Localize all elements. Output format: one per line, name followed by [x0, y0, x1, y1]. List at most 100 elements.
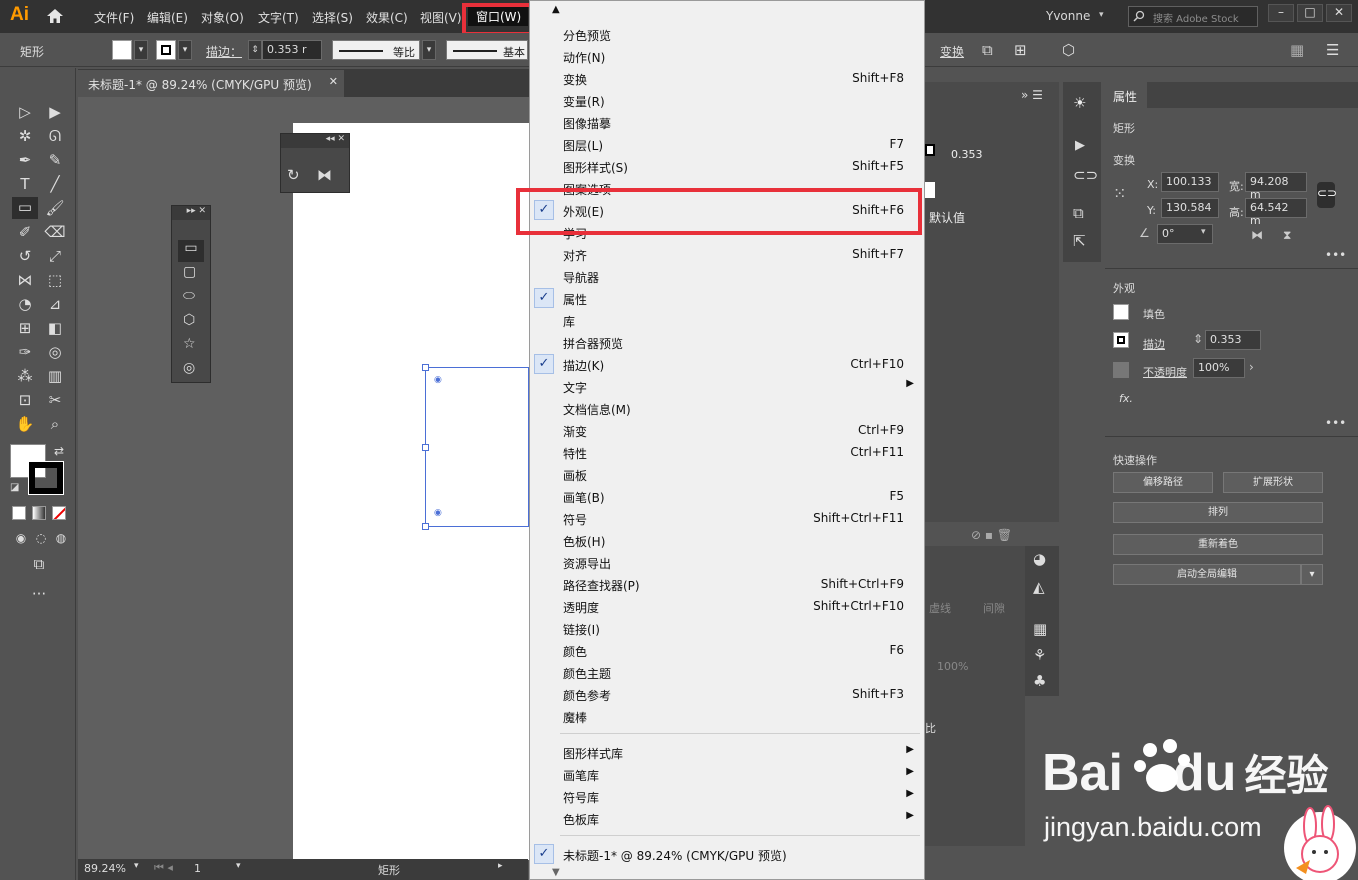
none-mode-button[interactable] [52, 506, 66, 520]
window-menu-item[interactable]: 拼合器预览 [530, 331, 924, 353]
window-menu-library-item[interactable]: 画笔库 ▶ [530, 763, 924, 785]
width-input[interactable]: 94.208 m [1245, 172, 1307, 201]
shape-align-icon[interactable]: ⊞ [1014, 41, 1027, 59]
window-menu-item[interactable]: 文字 ▶ [530, 375, 924, 397]
selected-rectangle[interactable] [425, 367, 529, 527]
first-page-icon[interactable]: ⏮ ◂ [154, 861, 173, 875]
shape-builder-tool-icon[interactable]: ◔ [14, 294, 36, 314]
angle-dropdown-icon[interactable]: ▾ [1201, 227, 1206, 237]
window-menu-item[interactable]: 库 [530, 309, 924, 331]
window-menu-item[interactable]: 画笔(B) F5 [530, 485, 924, 507]
window-menu-item[interactable]: 透明度 Shift+Ctrl+F10 [530, 595, 924, 617]
close-button[interactable]: ✕ [1326, 4, 1352, 22]
stroke-stepper-icon[interactable]: ⇕ [1193, 332, 1203, 346]
menu-edit[interactable]: 编辑(E) [147, 9, 188, 26]
global-edit-dropdown[interactable]: ▾ [1301, 564, 1323, 585]
selection-handle[interactable] [422, 523, 429, 530]
height-input[interactable]: 64.542 m [1245, 198, 1307, 227]
opacity-arrow-icon[interactable]: › [1249, 360, 1254, 374]
window-menu-document-item[interactable]: ✓ 未标题-1* @ 89.24% (CMYK/GPU 预览) [530, 843, 924, 865]
reference-point-icon[interactable]: ⁙ [1113, 184, 1126, 203]
page-dropdown-icon[interactable]: ▾ [236, 861, 241, 871]
export-panel-icon[interactable]: ⇱ [1073, 232, 1086, 250]
window-menu-item[interactable]: 链接(I) [530, 617, 924, 639]
menu-type[interactable]: 文字(T) [258, 9, 299, 26]
blend-tool-icon[interactable]: ◎ [44, 342, 66, 362]
window-menu-item[interactable]: 颜色主题 [530, 661, 924, 683]
more-options-icon[interactable]: ••• [1325, 248, 1346, 262]
pen-tool-icon[interactable]: ✒ [14, 150, 36, 170]
screen-mode-icon[interactable]: ⧉ [28, 554, 50, 574]
appearance-panel-icon[interactable]: ☀ [1073, 94, 1086, 112]
gradient-mode-button[interactable] [32, 506, 46, 520]
window-menu-item[interactable]: 颜色参考 Shift+F3 [530, 683, 924, 705]
edit-toolbar-icon[interactable]: ··· [28, 584, 50, 604]
perspective-grid-tool-icon[interactable]: ⊿ [44, 294, 66, 314]
menu-window[interactable]: 窗口(W) [468, 6, 528, 26]
stroke-label[interactable]: 描边： [206, 43, 242, 60]
menu-effect[interactable]: 效果(C) [366, 9, 408, 26]
window-menu-item[interactable]: ✓ 描边(K) Ctrl+F10 [530, 353, 924, 375]
variable-width-profile[interactable]: 等比 [332, 40, 420, 60]
window-menu-item[interactable]: 学习 [530, 221, 924, 243]
flip-vertical-icon[interactable]: ⧗ [1283, 228, 1291, 243]
window-menu-item[interactable]: ✓ 属性 [530, 287, 924, 309]
gradient-tool-icon[interactable]: ◧ [44, 318, 66, 338]
expand-shape-button[interactable]: 扩展形状 [1223, 472, 1323, 493]
user-name[interactable]: Yvonne [1046, 9, 1090, 23]
zoom-level[interactable]: 89.24% [84, 862, 126, 875]
draw-inside-icon[interactable]: ◍ [50, 528, 72, 548]
symbol-sprayer-tool-icon[interactable]: ⁂ [14, 366, 36, 386]
reflect-icon[interactable]: ⧓ [317, 166, 332, 184]
fill-swatch[interactable] [925, 182, 935, 198]
menu-file[interactable]: 文件(F) [94, 9, 134, 26]
arrange-button[interactable]: 排列 [1113, 502, 1323, 523]
symbols-panel-icon[interactable]: ♣ [1033, 672, 1046, 690]
stroke-weight-input[interactable]: 0.353 r [262, 40, 322, 60]
window-menu-item[interactable]: 变换 Shift+F8 [530, 67, 924, 89]
arrange-docs-icon[interactable]: ▦ [1290, 41, 1304, 59]
actions-panel-icon[interactable]: ▶ [1075, 138, 1085, 153]
more-options-icon[interactable]: ••• [1325, 416, 1346, 430]
window-menu-item[interactable]: 图像描摹 [530, 111, 924, 133]
window-menu-item[interactable]: 图层(L) F7 [530, 133, 924, 155]
menu-select[interactable]: 选择(S) [312, 9, 353, 26]
window-menu-item[interactable]: 图形样式(S) Shift+F5 [530, 155, 924, 177]
opacity-input[interactable]: 100% [1193, 358, 1245, 378]
eyedropper-tool-icon[interactable]: ✑ [14, 342, 36, 362]
selection-tool-icon[interactable]: ▷ [14, 102, 36, 122]
flare-tool-icon[interactable]: ◎ [183, 360, 195, 376]
window-menu-item[interactable]: 资源导出 [530, 551, 924, 573]
hand-tool-icon[interactable]: ✋ [14, 414, 36, 434]
lasso-tool-icon[interactable]: ᘏ [44, 126, 66, 146]
fill-dropdown[interactable]: ▾ [134, 40, 148, 60]
eraser-tool-icon[interactable]: ⌫ [44, 222, 66, 242]
magic-wand-tool-icon[interactable]: ✲ [14, 126, 36, 146]
graph-tool-icon[interactable]: ▥ [44, 366, 66, 386]
rotate-icon[interactable]: ↻ [287, 166, 300, 184]
align-icon[interactable]: ⧉ [982, 41, 993, 59]
paintbrush-tool-icon[interactable]: 🖌 [44, 198, 66, 218]
zoom-tool-icon[interactable]: ⌕ [44, 414, 66, 434]
stock-search-input[interactable]: 搜索 Adobe Stock [1128, 6, 1258, 27]
x-input[interactable]: 100.133 [1161, 172, 1219, 192]
gradient-panel-icon[interactable]: ◭ [1033, 578, 1045, 596]
fill-swatch[interactable] [1113, 304, 1129, 320]
window-menu-item[interactable]: 文档信息(M) [530, 397, 924, 419]
document-tab[interactable]: 未标题-1* @ 89.24% (CMYK/GPU 预览) ✕ [78, 70, 344, 97]
transform-link[interactable]: 变换 [940, 43, 964, 60]
stroke-weight-input[interactable]: 0.353 [1205, 330, 1261, 350]
window-menu-item[interactable]: 渐变 Ctrl+F9 [530, 419, 924, 441]
window-menu-item[interactable]: 符号 Shift+Ctrl+F11 [530, 507, 924, 529]
stroke-label[interactable]: 描边 [1143, 336, 1165, 352]
slice-tool-icon[interactable]: ✂ [44, 390, 66, 410]
stroke-swatch[interactable] [156, 40, 176, 60]
window-menu-library-item[interactable]: 符号库 ▶ [530, 785, 924, 807]
ellipse-tool-icon[interactable]: ⬭ [183, 288, 195, 304]
status-arrow-icon[interactable]: ▸ [498, 861, 503, 871]
stroke-dropdown[interactable]: ▾ [178, 40, 192, 60]
window-menu-item[interactable]: 变量(R) [530, 89, 924, 111]
offset-path-button[interactable]: 偏移路径 [1113, 472, 1213, 493]
window-menu-item[interactable]: 色板(H) [530, 529, 924, 551]
window-menu-item[interactable]: 特性 Ctrl+F11 [530, 441, 924, 463]
